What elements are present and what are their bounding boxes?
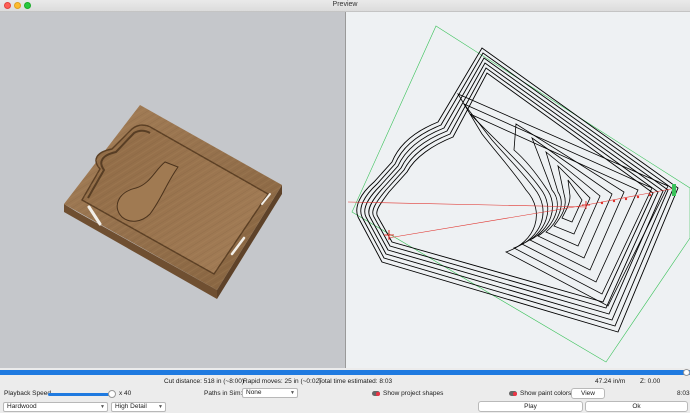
toolpath-drawing — [347, 25, 690, 363]
rapid-moves — [347, 187, 677, 239]
progress-handle[interactable] — [683, 369, 690, 376]
toolpath-preview[interactable] — [346, 12, 690, 368]
playback-speed-label: Playback Speed — [4, 390, 51, 397]
paths-in-sim-label: Paths in Sim: — [204, 390, 243, 397]
feed-rate: 47.24 in/m — [595, 378, 626, 385]
detail-value: High Detail — [115, 403, 147, 410]
cut-distance: Cut distance: 518 in (~8:00) — [164, 378, 245, 385]
chevron-down-icon: ▼ — [100, 404, 105, 410]
material-value: Hardwood — [7, 403, 37, 410]
elapsed-time: 8:03 — [677, 390, 690, 397]
rapid-moves: Rapid moves: 25 in (~0:02) — [243, 378, 322, 385]
speed-handle[interactable] — [108, 390, 117, 398]
toggle-icon[interactable] — [509, 391, 517, 396]
origin-marker — [672, 184, 676, 196]
window-title: Preview — [332, 1, 358, 8]
ok-button[interactable]: Ok — [585, 401, 688, 412]
title-bar: Preview — [0, 0, 690, 12]
tool-position-icon — [384, 201, 590, 240]
simulation-progress-bar[interactable] — [0, 369, 690, 376]
toolpath-contours — [356, 47, 679, 333]
playback-speed-value: x 40 — [119, 390, 132, 397]
toggle-icon[interactable] — [372, 391, 380, 396]
carved-board-render — [64, 105, 282, 299]
paths-in-sim-value: None — [246, 389, 262, 396]
material-select[interactable]: Hardwood ▼ — [3, 402, 108, 412]
chevron-down-icon: ▼ — [290, 390, 295, 396]
play-button[interactable]: Play — [478, 401, 583, 412]
paths-in-sim-select[interactable]: None ▼ — [242, 388, 298, 398]
simulation-3d-view[interactable] — [0, 12, 345, 368]
total-time: Total time estimated: 8:03 — [318, 378, 393, 385]
chevron-down-icon: ▼ — [158, 404, 163, 410]
show-project-shapes-label[interactable]: Show project shapes — [383, 390, 443, 397]
show-paint-colors-label[interactable]: Show paint colors — [520, 390, 571, 397]
z-position: Z: 0.00 — [640, 378, 661, 385]
view-button[interactable]: View — [571, 388, 605, 399]
playback-speed-slider[interactable] — [48, 390, 117, 398]
detail-select[interactable]: High Detail ▼ — [111, 402, 166, 412]
speed-fill — [48, 393, 113, 396]
progress-fill — [0, 370, 690, 375]
